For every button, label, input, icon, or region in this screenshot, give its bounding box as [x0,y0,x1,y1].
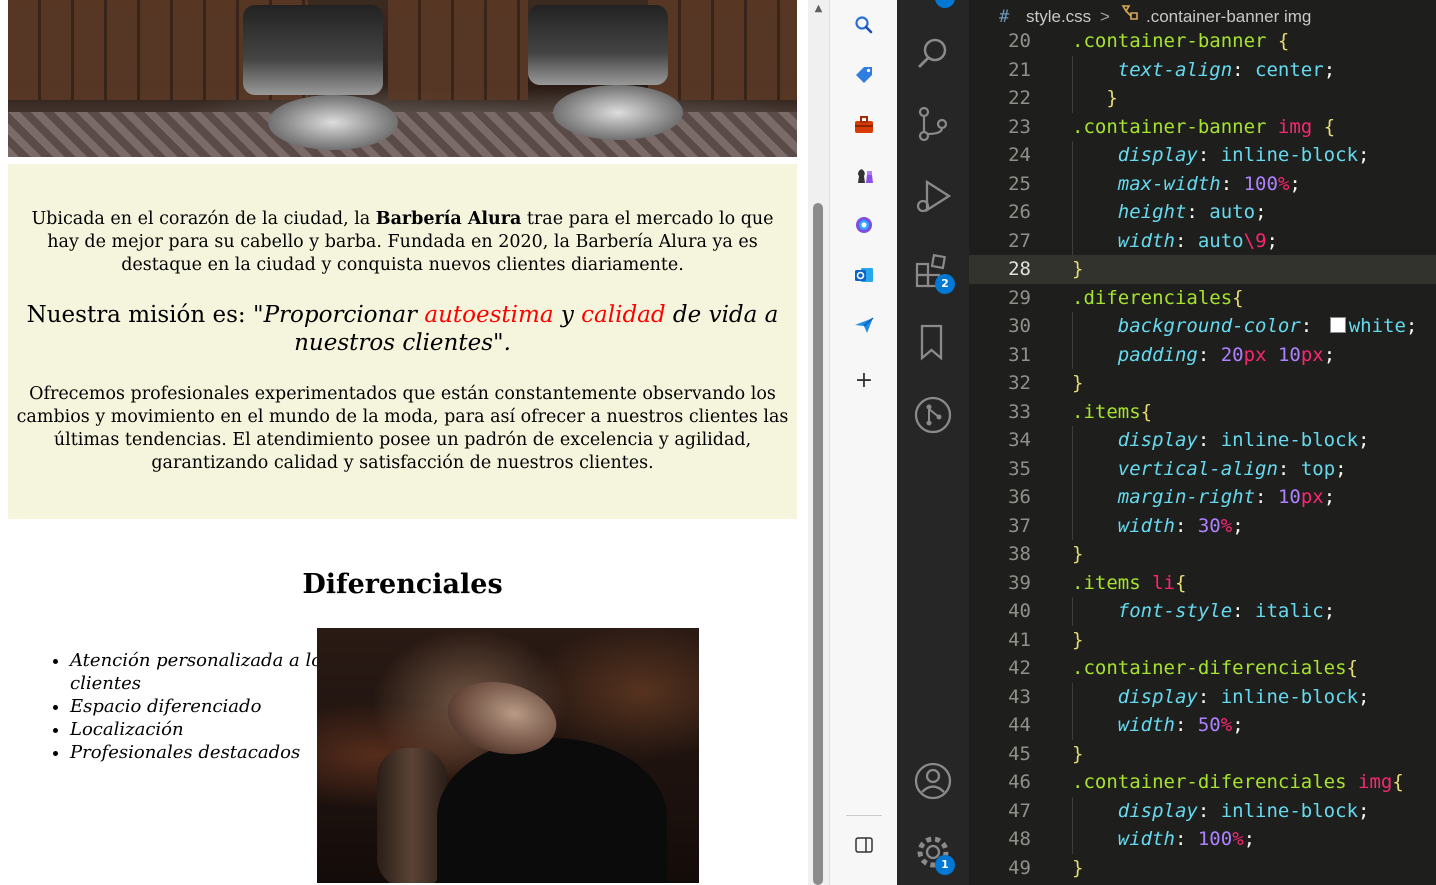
code-line[interactable]: 38} [969,540,1436,569]
account-icon[interactable] [913,761,953,801]
code-line[interactable]: 34 display: inline-block; [969,426,1436,455]
run-debug-icon[interactable] [913,176,953,216]
highlight-autoestima: autoestima [424,302,554,328]
code-line[interactable]: 25 max-width: 100%; [969,169,1436,198]
code-line[interactable]: 26 height: auto; [969,198,1436,227]
source-control-icon[interactable] [913,104,953,144]
mission-statement: Nuestra misión es: "Proporcionar autoest… [26,302,779,356]
highlight-calidad: calidad [581,302,666,328]
color-swatch[interactable] [1329,317,1346,333]
diferenciales-heading: Diferenciales [302,569,503,600]
bookmark-icon[interactable] [913,322,953,362]
code-line[interactable]: 27 width: auto\9; [969,226,1436,255]
code-line[interactable]: 42 .container-diferenciales{ [969,654,1436,683]
outlook-icon[interactable] [852,263,876,287]
code-line[interactable]: 30 background-color: white; [969,312,1436,341]
code-line[interactable]: 22 } [969,84,1436,113]
top-badge [935,0,955,8]
code-line[interactable]: 48 width: 100%; [969,825,1436,854]
git-graph-icon[interactable] [913,395,953,435]
code-line[interactable]: 39 .items li{ [969,569,1436,598]
settings-badge: 1 [935,855,955,875]
list-item: Atención personalizada a los clientes [70,649,332,695]
services-paragraph: Ofrecemos profesionales experimentados q… [16,384,789,473]
code-line[interactable]: 40 font-style: italic; [969,597,1436,626]
code-line[interactable]: 29 .diferenciales{ [969,284,1436,313]
code-line[interactable]: 31 padding: 20px 10px; [969,340,1436,369]
sidebar-toggle-icon[interactable] [852,833,876,857]
code-line[interactable]: 37 width: 30%; [969,511,1436,540]
code-line[interactable]: 32} [969,369,1436,398]
list-item: Localización [70,718,332,741]
code-line[interactable]: 43 display: inline-block; [969,682,1436,711]
page-scrollbar[interactable]: ▲ [808,0,829,885]
send-icon[interactable] [852,313,876,337]
scroll-up-arrow-icon[interactable]: ▲ [808,0,829,18]
code-line[interactable]: 24 display: inline-block; [969,141,1436,170]
activity-bar: 2 1 [897,0,969,885]
games-chess-icon[interactable] [852,163,876,187]
browser-page: Ubicada en el corazón de la ciudad, la B… [0,0,808,885]
code-line[interactable]: 49} [969,854,1436,883]
shopping-tag-icon[interactable] [852,63,876,87]
code-line[interactable]: 45} [969,740,1436,769]
banner-image [8,0,797,157]
diferenciales-list: Atención personalizada a los clientes Es… [30,649,332,764]
code-line[interactable]: 33 .items{ [969,398,1436,427]
search-icon[interactable] [852,13,876,37]
intro-paragraph: Ubicada en el corazón de la ciudad, la B… [31,209,774,275]
code-line[interactable]: 41} [969,626,1436,655]
list-item: Profesionales destacados [70,741,332,764]
code-line[interactable]: 46 .container-diferenciales img{ [969,768,1436,797]
code-line[interactable]: 35 vertical-align: top; [969,454,1436,483]
add-icon[interactable]: + [852,368,876,393]
about-section: Ubicada en el corazón de la ciudad, la B… [8,164,797,519]
code-line[interactable]: 21 text-align: center; [969,55,1436,84]
brand-name: Barbería Alura [375,209,522,229]
code-line[interactable]: 36 margin-right: 10px; [969,483,1436,512]
search-icon[interactable] [913,33,953,73]
code-line[interactable]: 44 width: 50%; [969,711,1436,740]
code-line[interactable]: 23 .container-banner img { [969,113,1436,142]
code-line[interactable]: 20 .container-banner { [969,27,1436,56]
list-item: Espacio diferenciado [70,695,332,718]
code-line-current[interactable]: 28} [969,255,1436,284]
extensions-badge: 2 [935,274,955,294]
toolbox-icon[interactable] [852,113,876,137]
barber-shaving-image [317,628,699,883]
edge-sidebar: + [829,0,898,885]
code-editor[interactable]: # style.css > .container-banner img 20 .c… [969,0,1436,885]
code-line[interactable]: 47 display: inline-block; [969,796,1436,825]
copilot-icon[interactable] [852,213,876,237]
scroll-thumb[interactable] [813,203,823,885]
